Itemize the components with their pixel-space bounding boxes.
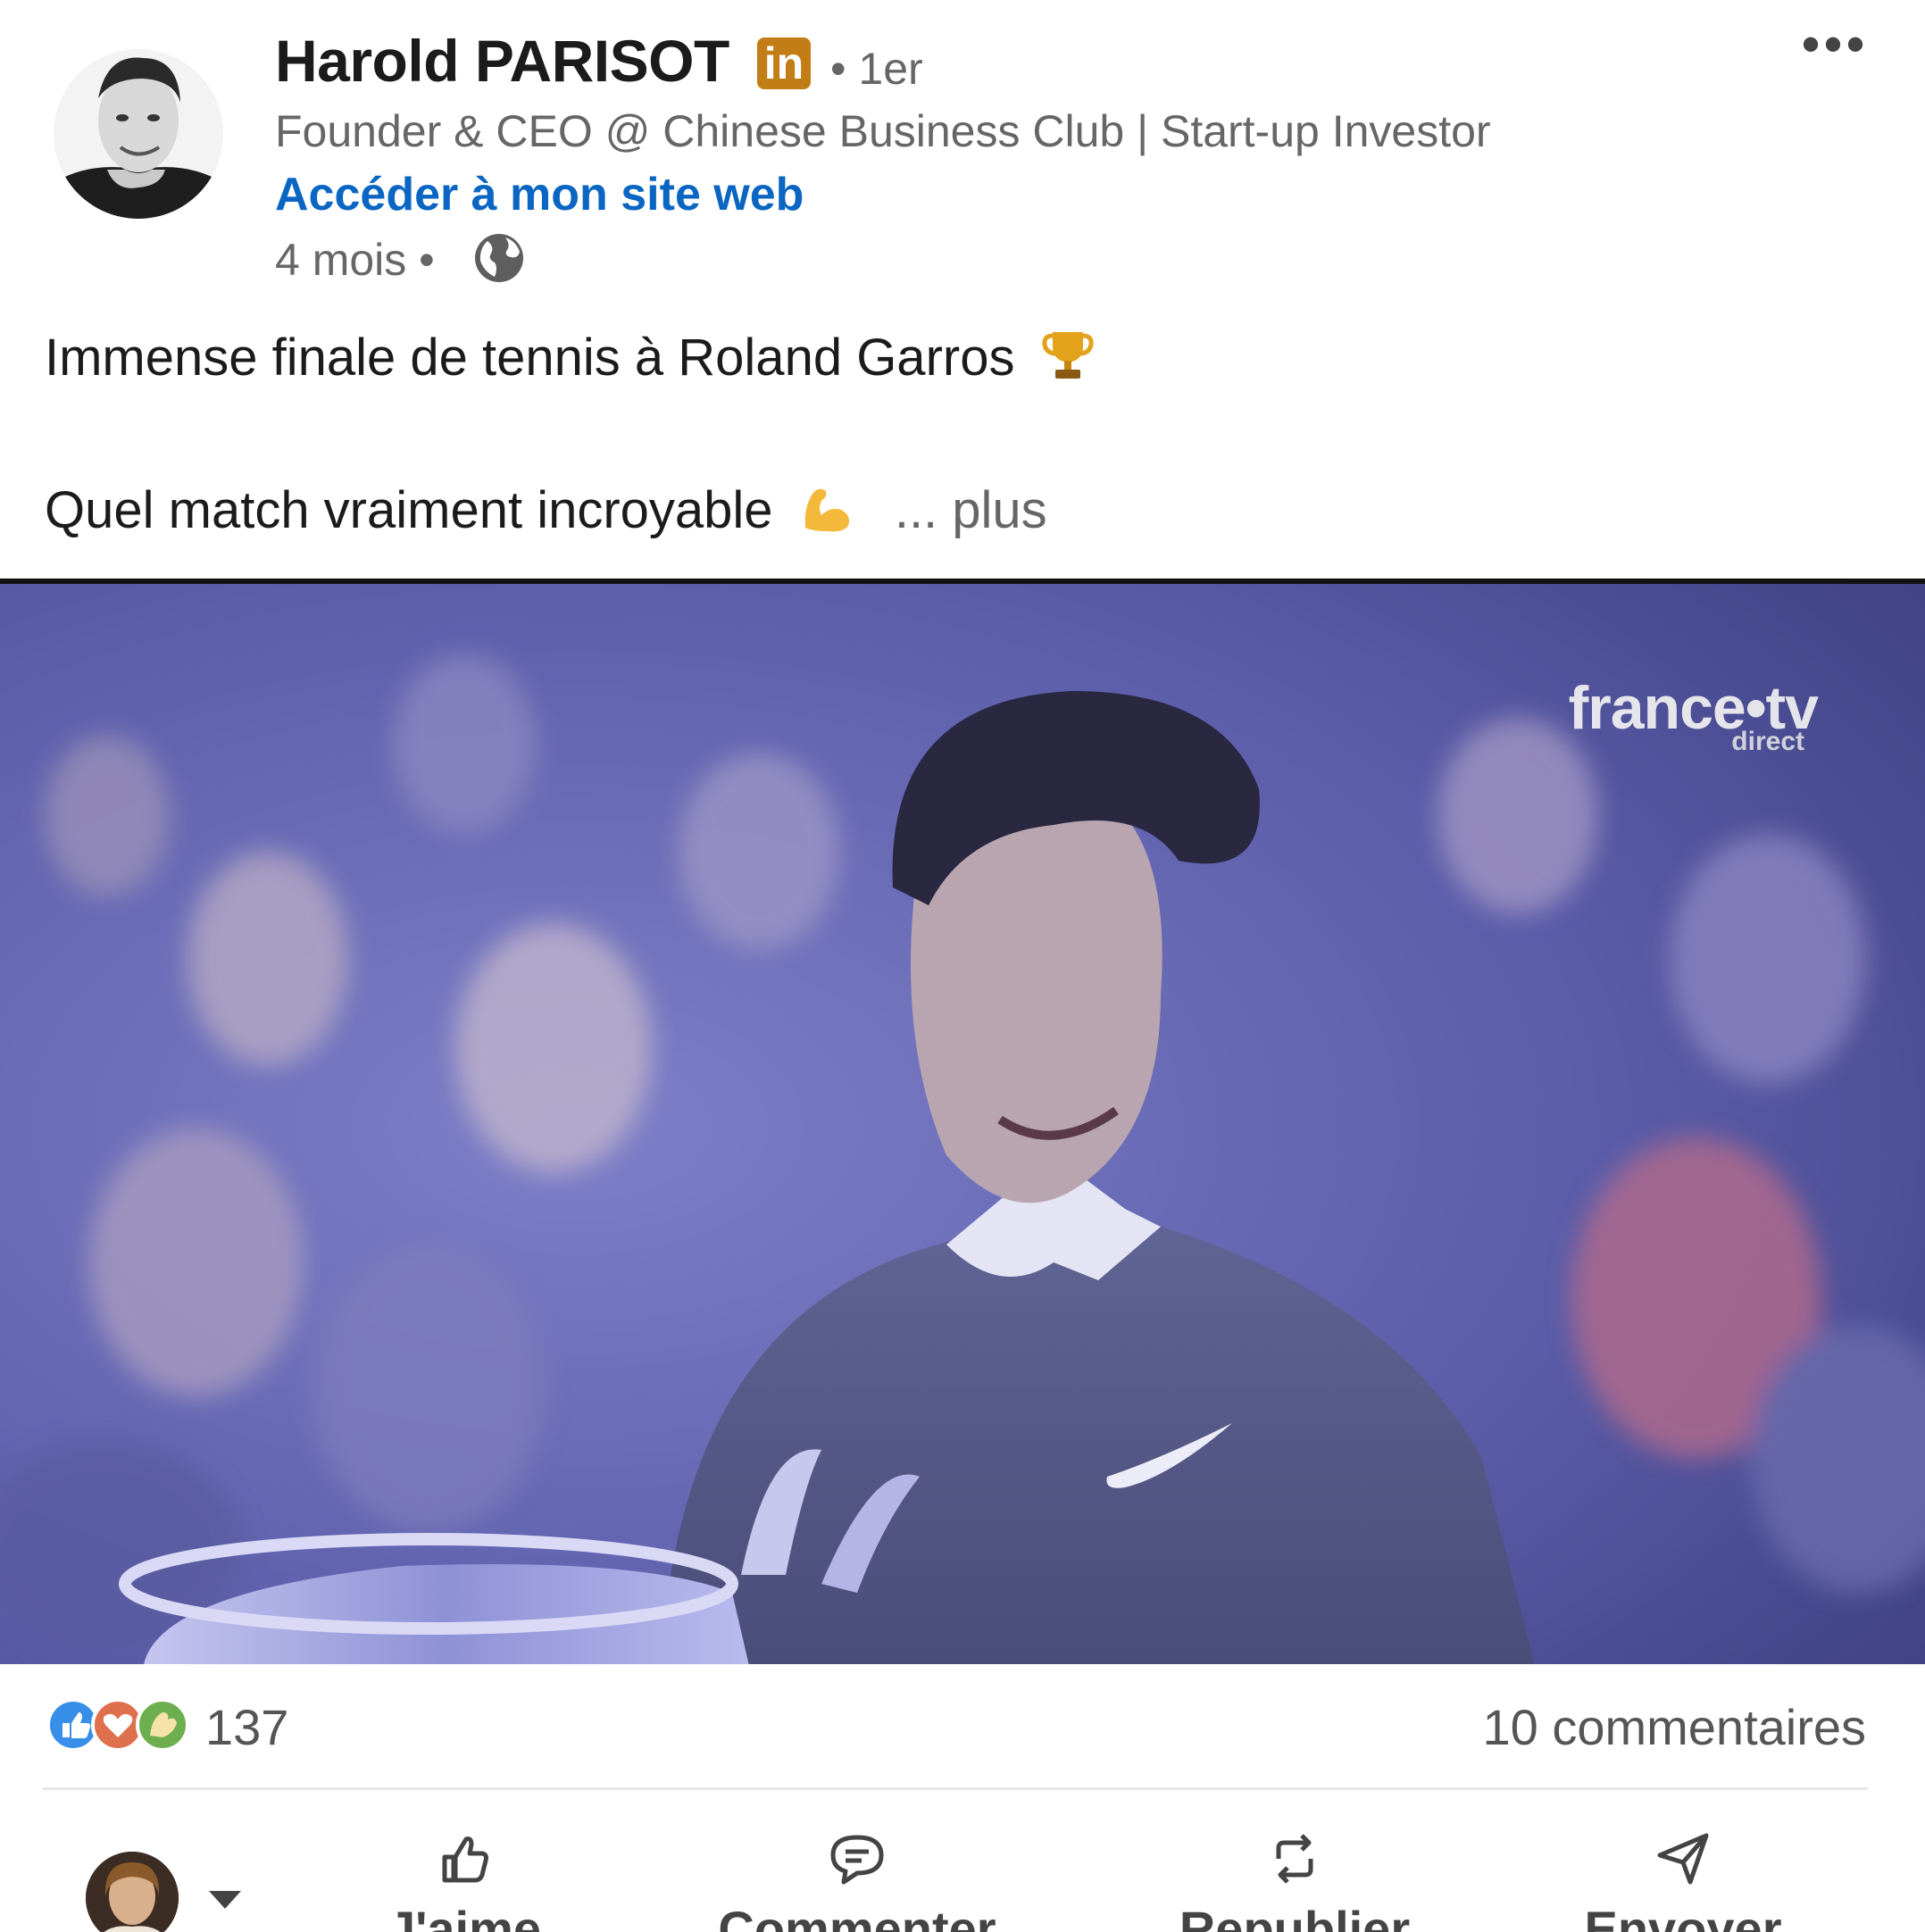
repost-label: Republier — [1179, 1901, 1411, 1932]
repost-button[interactable]: Republier — [1170, 1830, 1420, 1932]
linkedin-premium-badge: in — [757, 37, 811, 89]
flexed-biceps-icon — [804, 488, 849, 532]
post-image[interactable]: france•tv direct — [0, 579, 1925, 1664]
author-name[interactable]: Harold PARISOT — [275, 27, 729, 95]
post-time: 4 mois • — [275, 235, 435, 285]
like-button[interactable]: J'aime — [375, 1830, 554, 1932]
thumbs-up-icon — [442, 1836, 488, 1883]
globe-icon — [475, 234, 523, 282]
post-text-line-2: Quel match vraiment incroyable ... plus — [45, 480, 1047, 540]
comment-icon — [830, 1835, 884, 1885]
send-label: Envoyer — [1584, 1901, 1782, 1932]
like-label: J'aime — [387, 1901, 542, 1932]
viewer-avatar[interactable] — [86, 1852, 179, 1932]
post-photo — [0, 584, 1925, 1664]
send-icon — [1657, 1833, 1709, 1885]
reaction-count[interactable]: 137 — [205, 1698, 288, 1756]
comments-count[interactable]: 10 commentaires — [1482, 1698, 1866, 1756]
reaction-icons[interactable] — [45, 1696, 196, 1753]
author-avatar[interactable] — [54, 36, 223, 219]
linkedin-post: Harold PARISOT in • 1er Founder & CEO @ … — [0, 0, 1925, 1932]
celebrate-reaction-icon — [136, 1698, 189, 1752]
website-link[interactable]: Accéder à mon site web — [275, 168, 804, 221]
author-headline: Founder & CEO @ Chinese Business Club | … — [275, 106, 1491, 156]
send-button[interactable]: Envoyer — [1580, 1830, 1786, 1932]
see-more-link[interactable]: ... plus — [895, 481, 1047, 539]
post-text-line-1-label: Immense finale de tennis à Roland Garros — [45, 329, 1015, 387]
post-text-line-1: Immense finale de tennis à Roland Garros — [45, 327, 1094, 387]
like-reaction-icon — [46, 1698, 100, 1752]
more-options-button[interactable]: ••• — [1786, 18, 1884, 80]
chevron-down-icon[interactable] — [207, 1889, 243, 1911]
comment-label: Commenter — [718, 1901, 996, 1932]
broadcaster-direct-label: direct — [1731, 727, 1804, 756]
trophy-icon — [1042, 332, 1094, 379]
love-reaction-icon — [91, 1698, 145, 1752]
repost-icon — [1276, 1834, 1313, 1884]
post-text-line-2-label: Quel match vraiment incroyable — [45, 481, 773, 539]
connection-degree: • 1er — [830, 44, 923, 94]
divider — [43, 1787, 1868, 1790]
comment-button[interactable]: Commenter — [705, 1830, 1009, 1932]
